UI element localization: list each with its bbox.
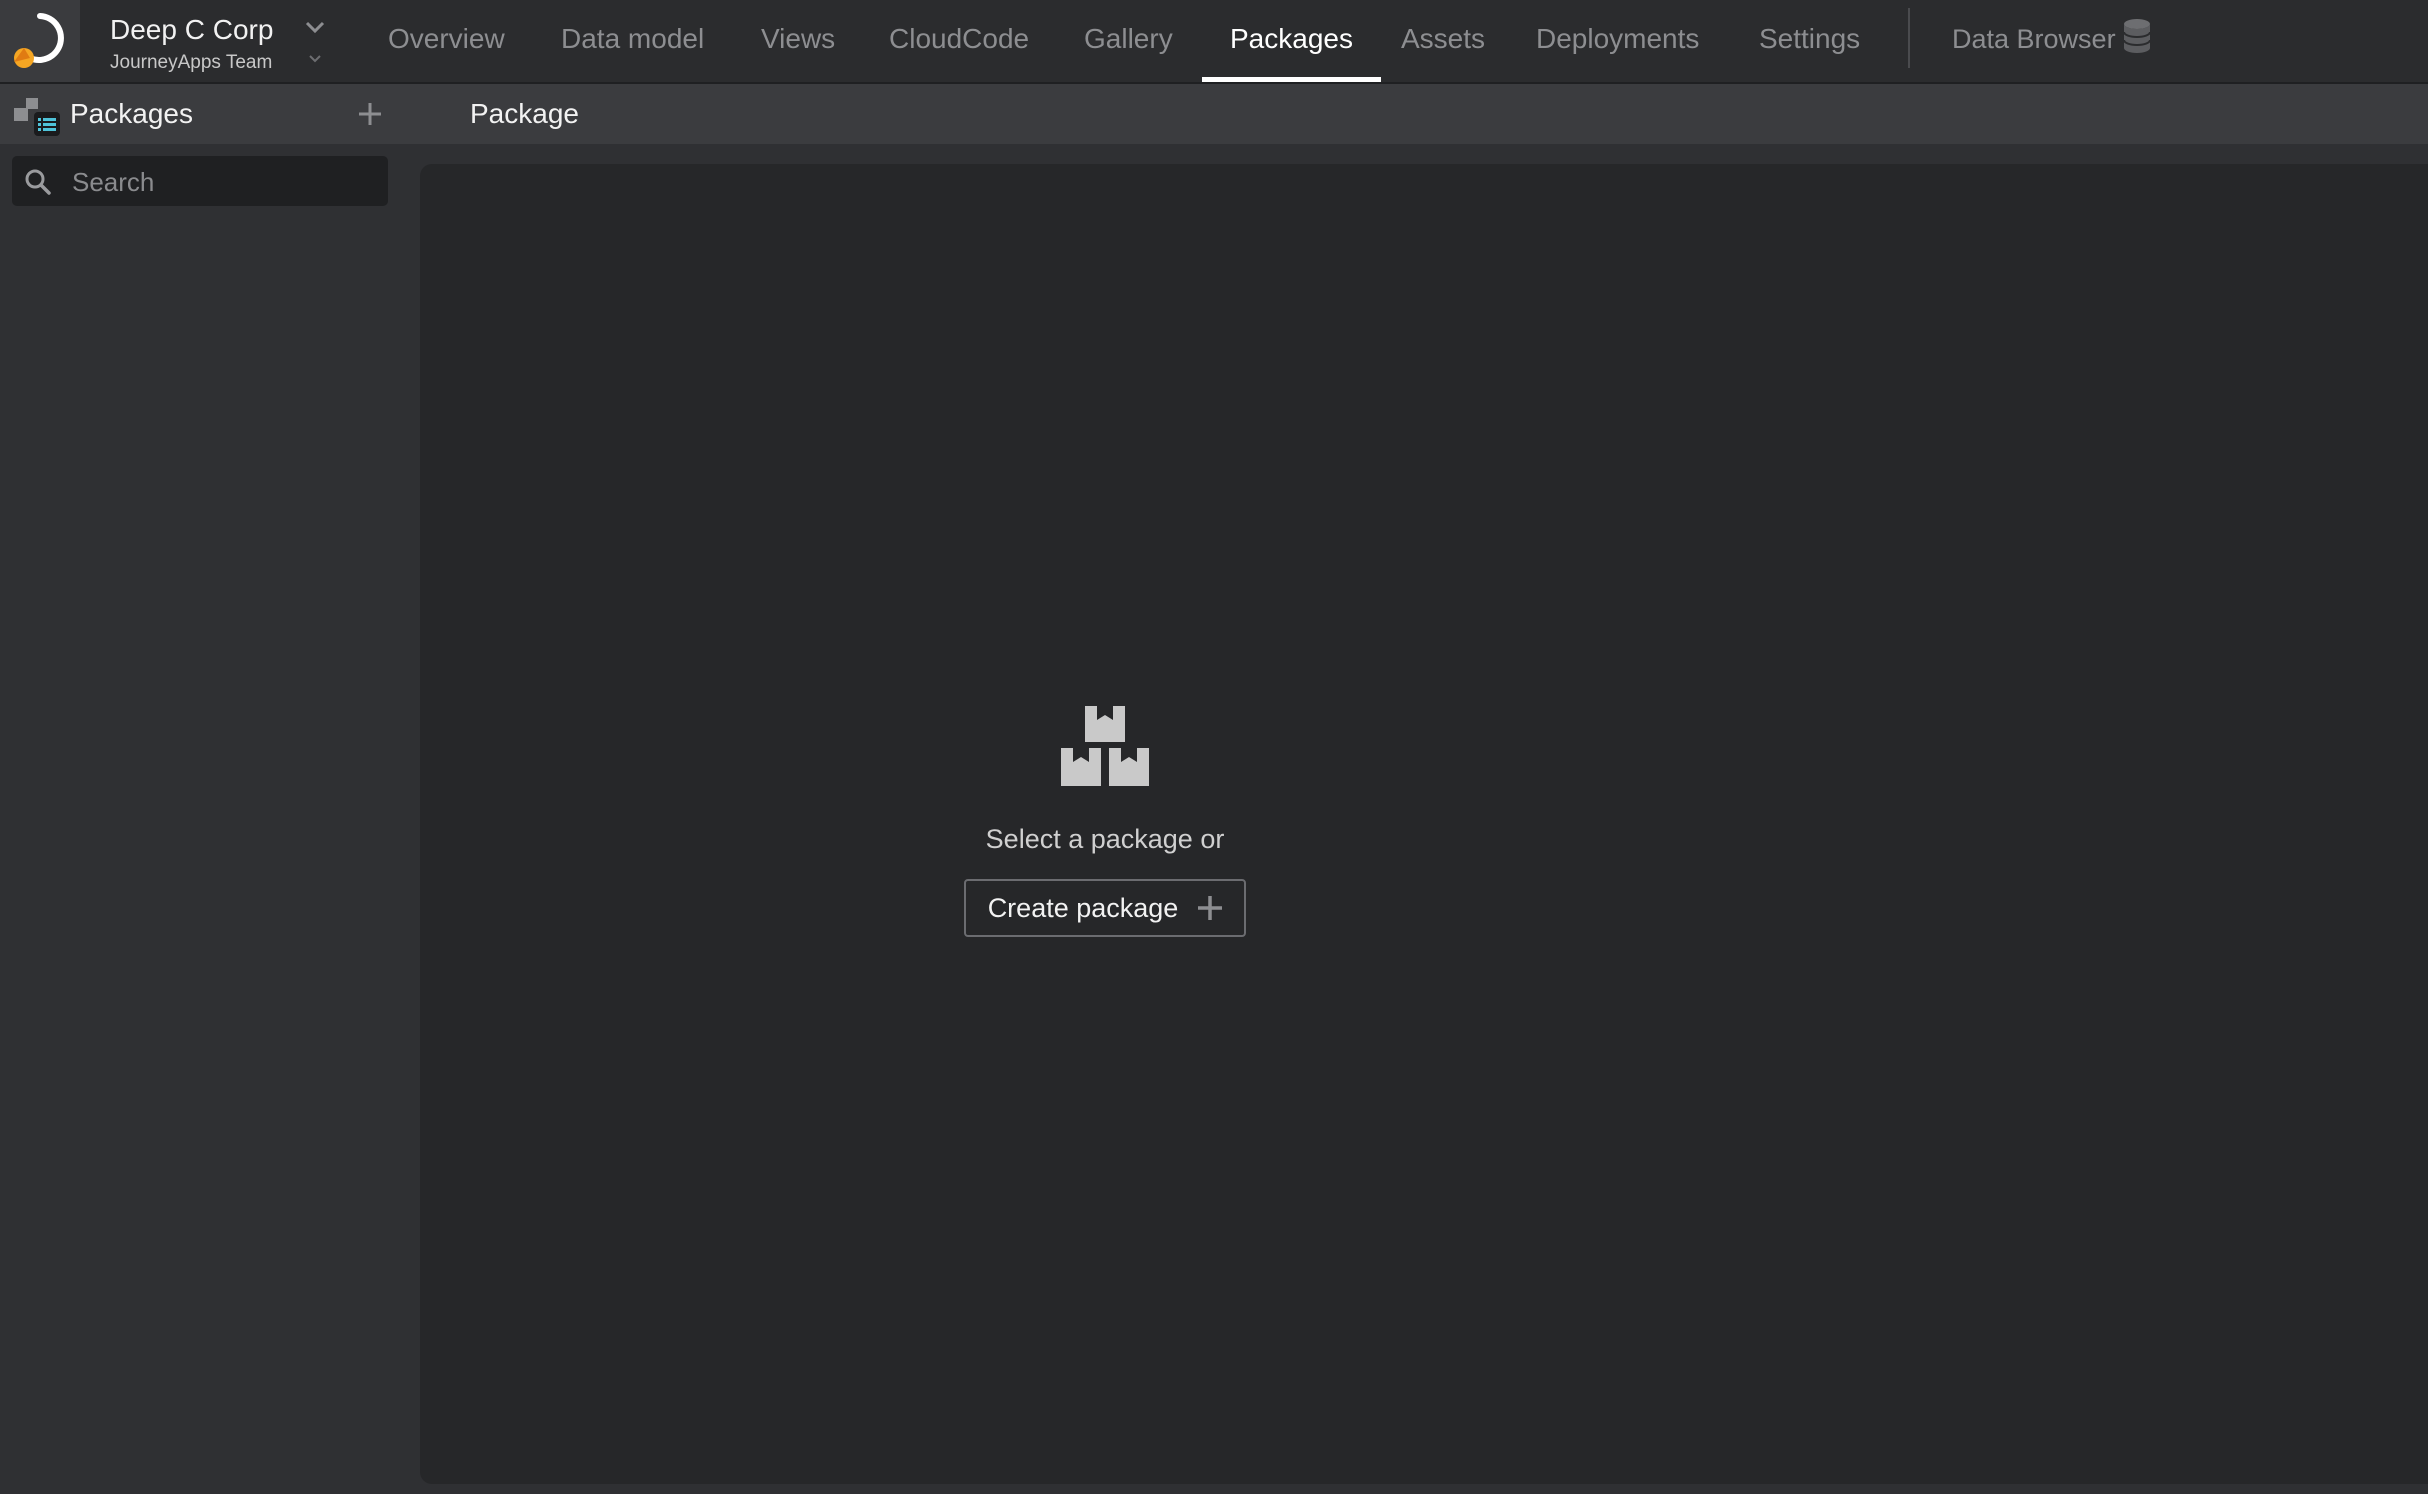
packages-boxes-icon bbox=[1061, 706, 1149, 786]
data-browser-link[interactable]: Data Browser bbox=[1952, 0, 2116, 82]
chevron-down-icon bbox=[305, 21, 325, 34]
tab-cloudcode[interactable]: CloudCode bbox=[889, 0, 1029, 82]
sidebar-title: Packages bbox=[70, 98, 193, 129]
empty-state-text: Select a package or bbox=[985, 824, 1225, 854]
tab-deployments[interactable]: Deployments bbox=[1536, 0, 1699, 82]
search-icon bbox=[25, 169, 51, 195]
chevron-down-small-icon bbox=[309, 55, 321, 63]
journeyapps-logo-icon bbox=[14, 13, 64, 68]
tab-views[interactable]: Views bbox=[761, 0, 835, 82]
tab-gallery[interactable]: Gallery bbox=[1084, 0, 1173, 82]
search-box bbox=[12, 156, 388, 208]
add-package-icon[interactable] bbox=[356, 100, 384, 128]
create-package-button[interactable]: Create package bbox=[963, 879, 1247, 937]
tab-assets[interactable]: Assets bbox=[1401, 0, 1485, 82]
plus-icon bbox=[1198, 896, 1223, 920]
database-icon[interactable] bbox=[2122, 18, 2152, 54]
org-team: JourneyApps Team bbox=[110, 52, 273, 73]
app-logo[interactable] bbox=[0, 0, 80, 82]
main-title: Package bbox=[470, 98, 579, 129]
nav-divider bbox=[1908, 8, 1910, 68]
create-package-label: Create package bbox=[987, 892, 1179, 923]
sub-header: Packages Package bbox=[0, 84, 2428, 144]
top-nav: Deep C Corp JourneyApps Team Overview Da… bbox=[0, 0, 2428, 84]
tab-packages[interactable]: Packages bbox=[1202, 0, 1381, 82]
tab-settings[interactable]: Settings bbox=[1759, 0, 1860, 82]
empty-state: Select a package or Create package bbox=[420, 704, 1790, 937]
search-input[interactable] bbox=[70, 156, 374, 208]
org-switcher[interactable]: Deep C Corp JourneyApps Team bbox=[108, 12, 338, 74]
org-name: Deep C Corp bbox=[110, 14, 274, 45]
tab-data-model[interactable]: Data model bbox=[561, 0, 704, 82]
package-panel: Select a package or Create package bbox=[420, 164, 2428, 1484]
packages-list-icon bbox=[14, 98, 60, 136]
tab-overview[interactable]: Overview bbox=[388, 0, 505, 82]
